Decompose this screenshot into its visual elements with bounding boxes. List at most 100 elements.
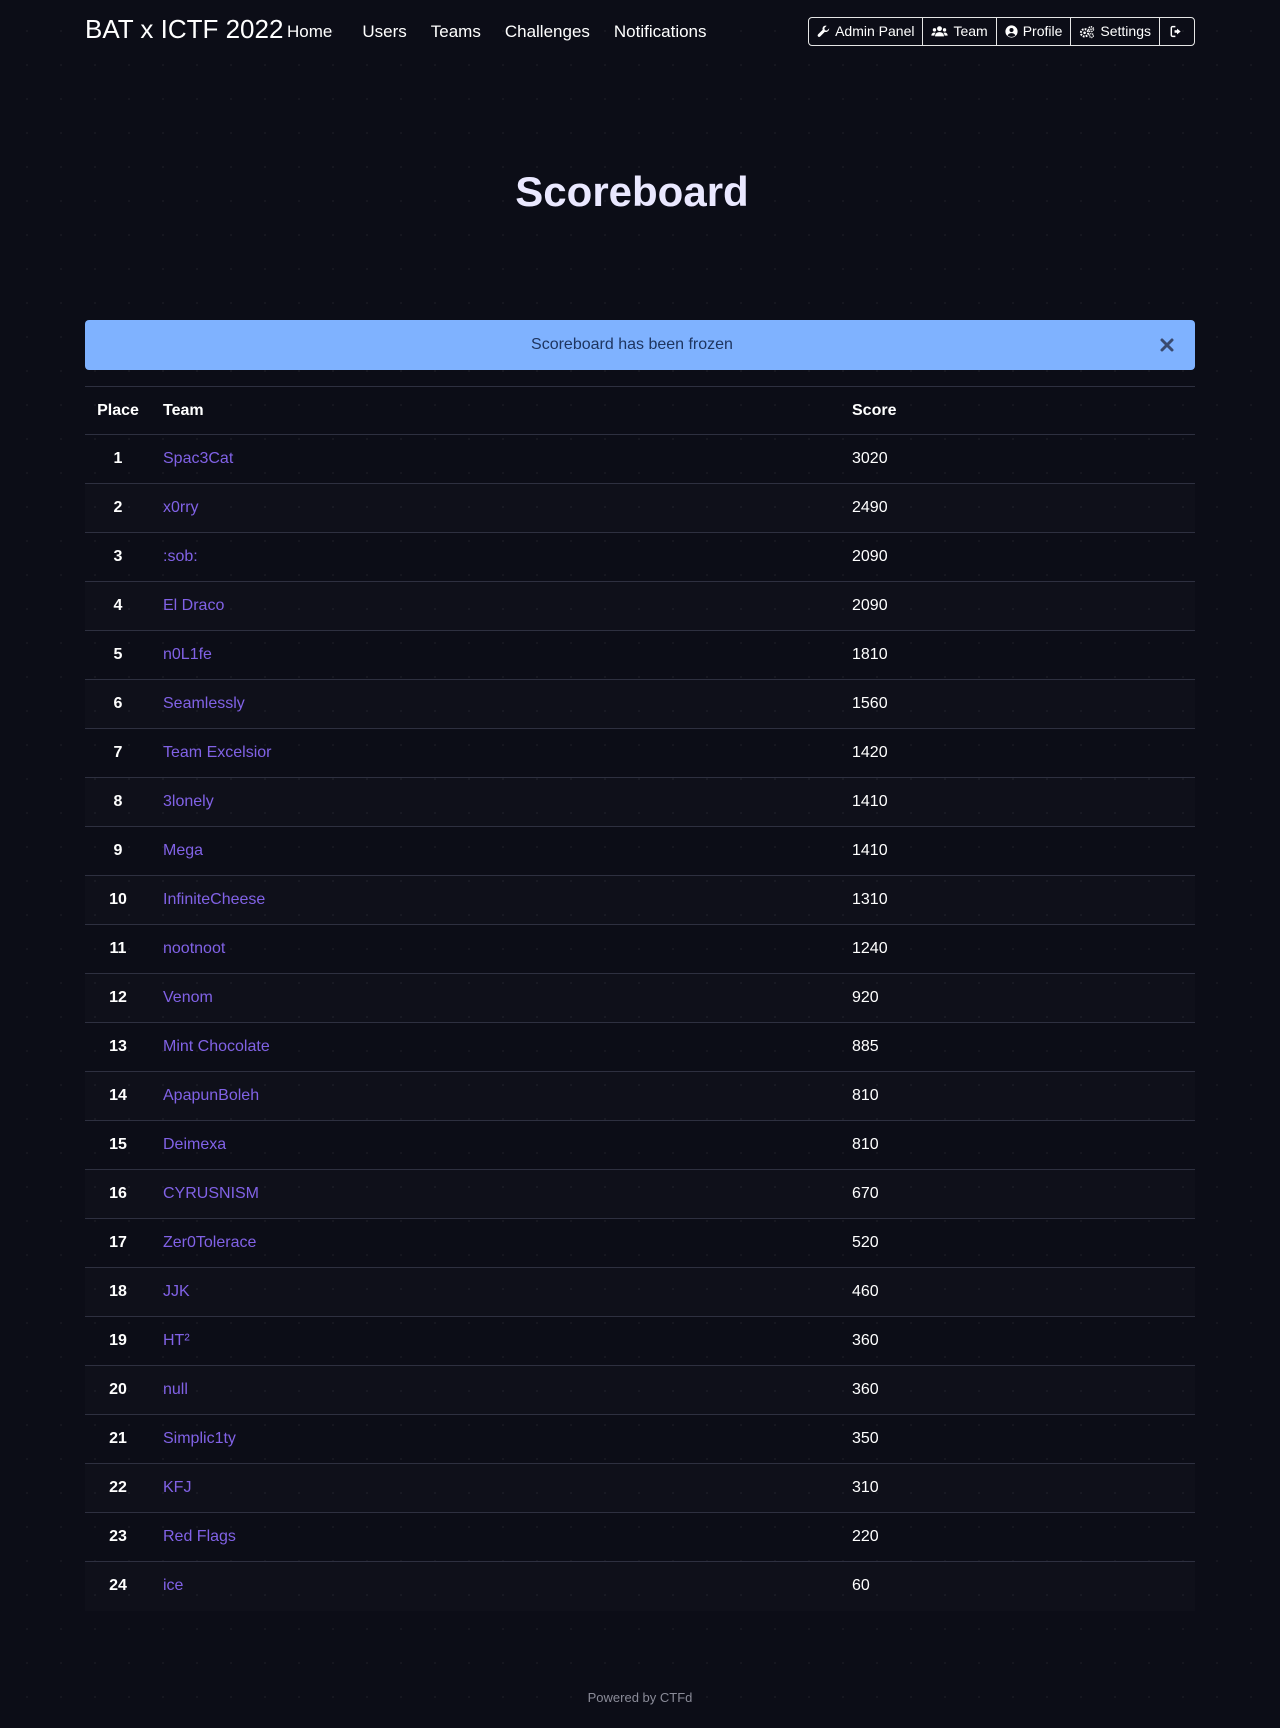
cogs-icon [1080,25,1095,38]
user-circle-icon [1005,25,1018,38]
score-cell: 885 [852,1038,879,1055]
table-row: 23 Red Flags 220 [85,1513,1195,1562]
team-link[interactable]: Simplic1ty [163,1415,236,1463]
header-score: Score [852,402,897,419]
scoreboard-table: Place Team Score 1 Spac3Cat 3020 2 x0rry… [85,386,1195,1611]
team-link[interactable]: Spac3Cat [163,435,233,483]
place-cell: 1 [113,450,123,467]
place-cell: 15 [109,1136,127,1153]
table-row: 2 x0rry 2490 [85,484,1195,533]
score-cell: 2090 [852,548,888,565]
place-cell: 4 [113,597,123,614]
table-header: Place Team Score [85,386,1195,435]
team-link[interactable]: n0L1fe [163,631,212,679]
place-cell: 7 [113,744,123,761]
place-cell: 14 [109,1087,127,1104]
nav-notifications[interactable]: Notifications [614,20,707,44]
team-link[interactable]: Mint Chocolate [163,1023,270,1071]
place-cell: 22 [109,1479,127,1496]
place-cell: 11 [109,940,127,957]
team-link[interactable]: Team Excelsior [163,729,271,777]
table-row: 18 JJK 460 [85,1268,1195,1317]
place-cell: 6 [113,695,123,712]
header-team: Team [163,402,204,419]
team-link[interactable]: null [163,1366,188,1414]
place-cell: 13 [109,1038,127,1055]
close-icon[interactable] [1159,337,1175,353]
nav-users[interactable]: Users [362,20,406,44]
table-body: 1 Spac3Cat 3020 2 x0rry 2490 3 :sob: 209… [85,435,1195,1611]
admin-panel-button[interactable]: Admin Panel [809,18,924,45]
place-cell: 12 [109,989,127,1006]
table-row: 19 HT² 360 [85,1317,1195,1366]
place-cell: 24 [109,1577,127,1594]
footer-powered-by[interactable]: Powered by CTFd [0,1688,1280,1708]
place-cell: 8 [113,793,123,810]
table-row: 1 Spac3Cat 3020 [85,435,1195,484]
wrench-icon [817,25,830,37]
score-cell: 220 [852,1528,879,1545]
team-link[interactable]: ApapunBoleh [163,1072,259,1120]
nav-home[interactable]: Home [287,20,332,44]
nav-teams[interactable]: Teams [431,20,481,44]
place-cell: 21 [109,1430,127,1447]
team-link[interactable]: KFJ [163,1464,191,1512]
table-row: 3 :sob: 2090 [85,533,1195,582]
table-row: 20 null 360 [85,1366,1195,1415]
score-cell: 2490 [852,499,888,516]
place-cell: 2 [113,499,123,516]
team-button[interactable]: Team [923,18,997,45]
team-link[interactable]: CYRUSNISM [163,1170,259,1218]
team-link[interactable]: InfiniteCheese [163,876,265,924]
team-link[interactable]: JJK [163,1268,190,1316]
score-cell: 360 [852,1332,879,1349]
table-row: 21 Simplic1ty 350 [85,1415,1195,1464]
score-cell: 920 [852,989,879,1006]
alert-message: Scoreboard has been frozen [531,336,733,353]
team-link[interactable]: El Draco [163,582,224,630]
place-cell: 20 [109,1381,127,1398]
table-row: 10 InfiniteCheese 1310 [85,876,1195,925]
table-row: 22 KFJ 310 [85,1464,1195,1513]
place-cell: 19 [109,1332,127,1349]
profile-button[interactable]: Profile [997,18,1072,45]
navbar: BAT x ICTF 2022 Home Users Teams Challen… [0,0,1280,64]
team-link[interactable]: Mega [163,827,203,875]
team-link[interactable]: ice [163,1562,183,1610]
place-cell: 16 [109,1185,127,1202]
score-cell: 670 [852,1185,879,1202]
team-label: Team [953,23,988,39]
score-cell: 520 [852,1234,879,1251]
table-row: 24 ice 60 [85,1562,1195,1611]
page-title: Scoreboard [515,168,749,215]
score-cell: 1410 [852,842,888,859]
settings-button[interactable]: Settings [1071,18,1160,45]
score-cell: 360 [852,1381,879,1398]
team-link[interactable]: x0rry [163,484,199,532]
team-link[interactable]: Zer0Tolerace [163,1219,256,1267]
team-link[interactable]: 3lonely [163,778,214,826]
team-link[interactable]: :sob: [163,533,198,581]
admin-panel-label: Admin Panel [835,23,915,39]
team-link[interactable]: Venom [163,974,213,1022]
nav-challenges[interactable]: Challenges [505,20,590,44]
team-link[interactable]: Deimexa [163,1121,226,1169]
table-row: 9 Mega 1410 [85,827,1195,876]
team-link[interactable]: Seamlessly [163,680,245,728]
place-cell: 17 [109,1234,127,1251]
brand-link[interactable]: BAT x ICTF 2022 [85,13,283,45]
table-row: 15 Deimexa 810 [85,1121,1195,1170]
table-row: 12 Venom 920 [85,974,1195,1023]
score-cell: 1560 [852,695,888,712]
score-cell: 460 [852,1283,879,1300]
team-link[interactable]: HT² [163,1317,190,1365]
table-row: 14 ApapunBoleh 810 [85,1072,1195,1121]
team-link[interactable]: Red Flags [163,1513,236,1561]
sign-out-icon [1170,25,1181,38]
team-link[interactable]: nootnoot [163,925,225,973]
place-cell: 10 [109,891,127,908]
table-row: 13 Mint Chocolate 885 [85,1023,1195,1072]
score-cell: 1240 [852,940,888,957]
logout-button[interactable] [1160,18,1194,45]
users-icon [931,26,949,37]
